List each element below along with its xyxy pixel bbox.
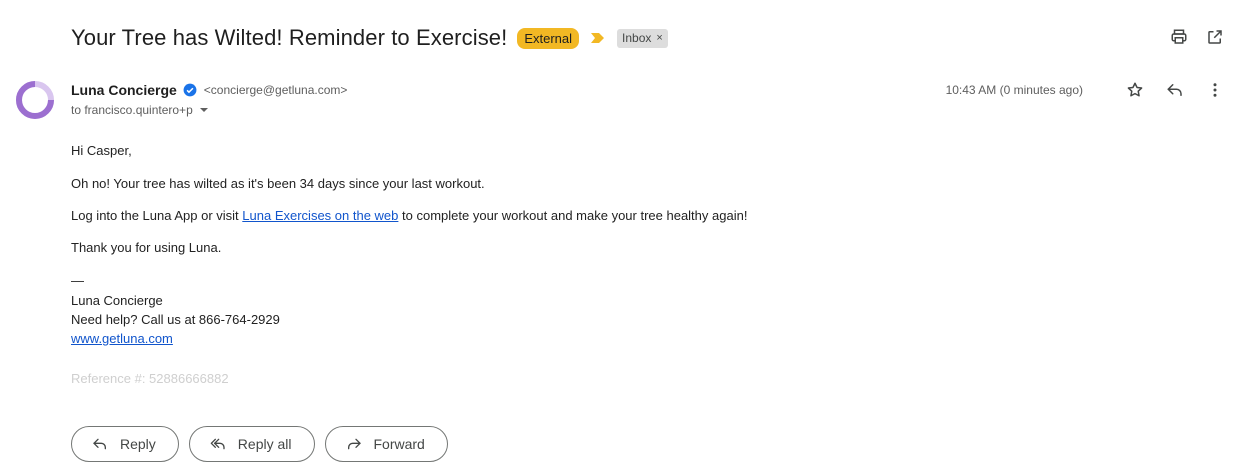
avatar[interactable] xyxy=(15,80,55,120)
importance-marker-icon[interactable] xyxy=(591,32,605,44)
body-line-login-after: to complete your workout and make your t… xyxy=(398,208,748,223)
timestamp: 10:43 AM (0 minutes ago) xyxy=(945,83,1083,97)
sender-email: <concierge@getluna.com> xyxy=(203,83,348,97)
body-line-login: Log into the Luna App or visit Luna Exer… xyxy=(71,206,747,225)
signature-separator: — xyxy=(71,273,84,288)
external-badge: External xyxy=(517,27,580,49)
forward-button[interactable]: Forward xyxy=(324,426,448,462)
caret-down-icon[interactable] xyxy=(199,105,209,115)
reply-all-button[interactable]: Reply all xyxy=(188,426,315,462)
greeting: Hi Casper, xyxy=(71,143,132,158)
verified-badge-icon xyxy=(183,83,197,97)
recipient-text: to francisco.quintero+p xyxy=(71,103,193,117)
print-icon[interactable] xyxy=(1169,27,1189,47)
luna-exercises-link[interactable]: Luna Exercises on the web xyxy=(242,208,398,223)
remove-label-icon[interactable]: × xyxy=(656,31,662,46)
sender-row: Luna Concierge <concierge@getluna.com> xyxy=(71,80,347,100)
reference-number: Reference #: 52886666882 xyxy=(71,371,229,386)
forward-arrow-icon xyxy=(346,436,362,452)
recipient-row: to francisco.quintero+p xyxy=(71,101,209,119)
reply-button-label: Reply xyxy=(120,436,156,452)
signature-name: Luna Concierge xyxy=(71,293,163,308)
thanks-line: Thank you for using Luna. xyxy=(71,240,222,255)
body-line-wilted: Oh no! Your tree has wilted as it's been… xyxy=(71,176,485,191)
reply-bar: Reply Reply all Forward xyxy=(71,426,448,462)
sender-name[interactable]: Luna Concierge xyxy=(71,82,177,98)
reply-arrow-icon xyxy=(92,436,108,452)
inbox-label-text: Inbox xyxy=(622,30,652,45)
inbox-label[interactable]: Inbox × xyxy=(617,28,668,48)
website-link[interactable]: www.getluna.com xyxy=(71,331,173,346)
top-actions xyxy=(1169,27,1225,47)
more-vert-icon[interactable] xyxy=(1205,80,1225,100)
star-icon[interactable] xyxy=(1125,80,1145,100)
forward-button-label: Forward xyxy=(373,436,425,452)
signature-help: Need help? Call us at 866-764-2929 xyxy=(71,312,280,327)
message-meta: 10:43 AM (0 minutes ago) xyxy=(946,80,1225,100)
body-line-login-before: Log into the Luna App or visit xyxy=(71,208,243,223)
reply-icon[interactable] xyxy=(1165,80,1185,100)
reply-all-arrow-icon xyxy=(210,436,226,452)
email-subject: Your Tree has Wilted! Reminder to Exerci… xyxy=(71,25,508,50)
reply-all-button-label: Reply all xyxy=(237,436,292,452)
subject-row: Your Tree has Wilted! Reminder to Exerci… xyxy=(71,22,1241,54)
open-in-new-window-icon[interactable] xyxy=(1205,27,1225,47)
reply-button[interactable]: Reply xyxy=(71,426,179,462)
